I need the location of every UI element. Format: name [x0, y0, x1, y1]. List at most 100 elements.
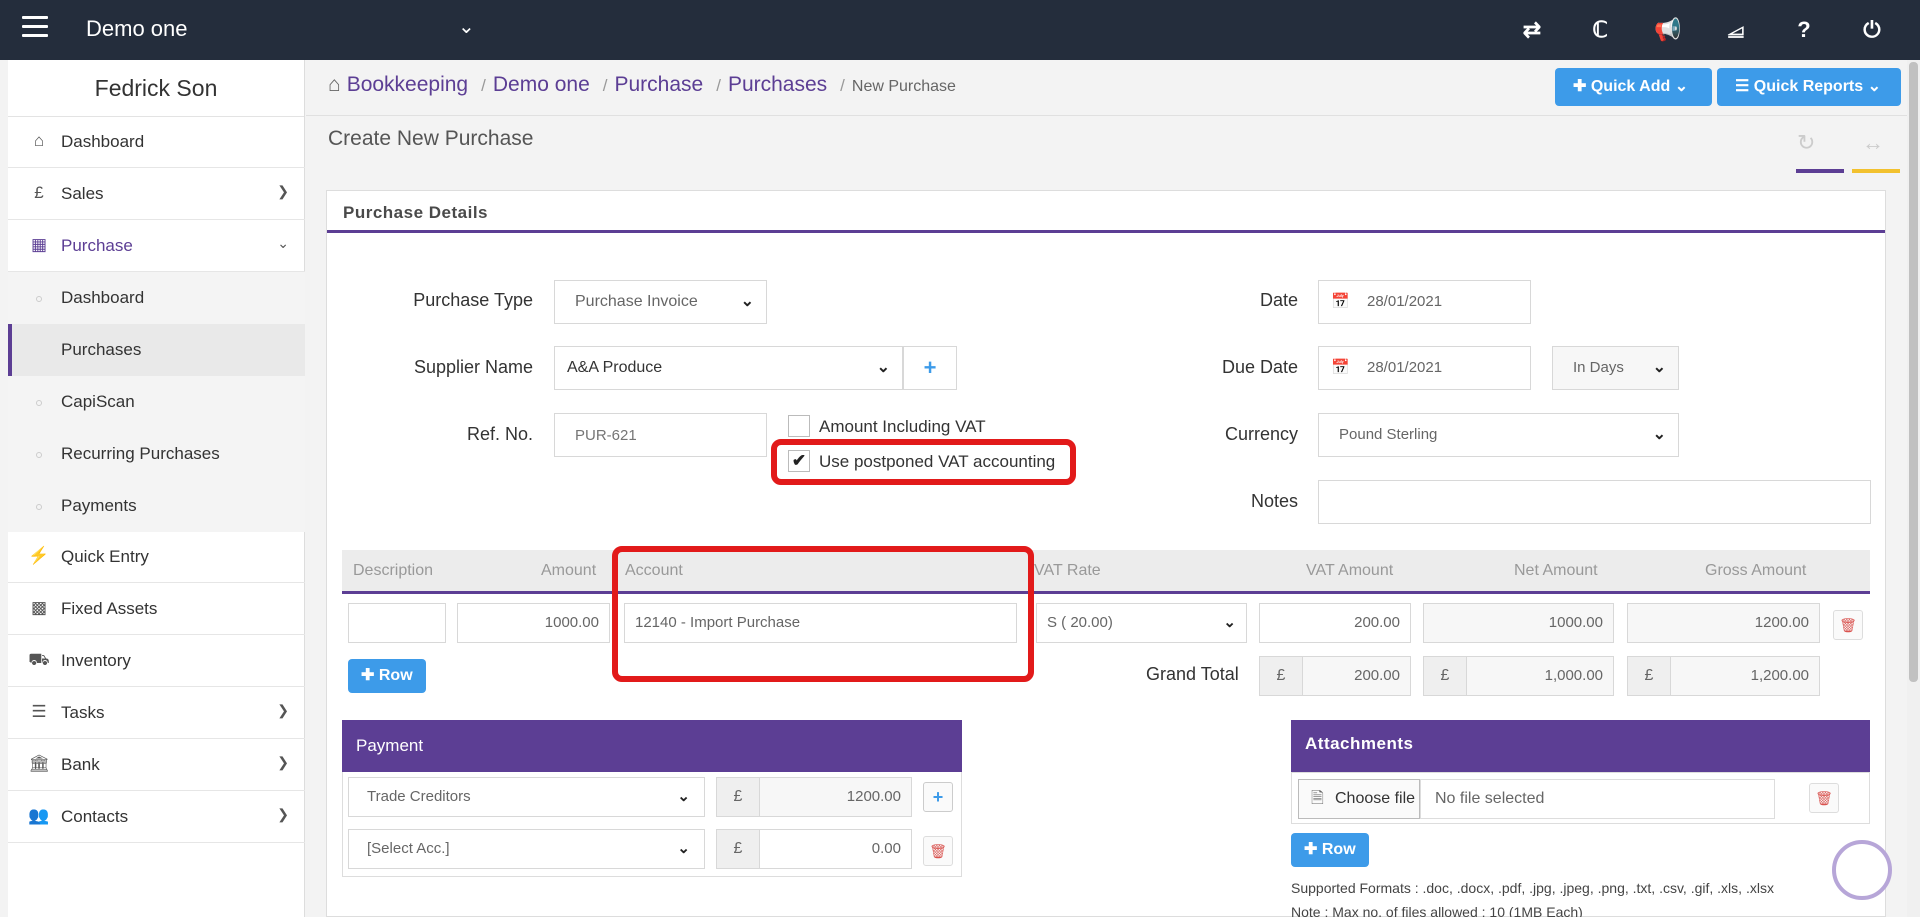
sidebar-item-tasks[interactable]: ☰ Tasks ❯ [8, 688, 305, 739]
sidebar-item-quick-entry[interactable]: ⚡ Quick Entry [8, 532, 305, 583]
capium-logo-icon[interactable]: ℂ [1584, 14, 1616, 46]
megaphone-icon[interactable]: 📢 [1652, 14, 1684, 46]
sidebar-subitem-payments[interactable]: Payments [8, 480, 305, 532]
chevron-down-icon: ⌄ [677, 840, 690, 857]
add-payment-plus-icon[interactable]: + [923, 782, 953, 812]
date-label: Date [1259, 290, 1298, 310]
due-unit-value: In Days [1573, 359, 1624, 376]
ref-no-input[interactable] [554, 413, 767, 457]
sidebar: Fedrick Son ⌂ Dashboard £ Sales ❯ ▦ Purchase… [8, 60, 305, 917]
attachment-note-text: Note : Max no. of files allowed : 10 (1M… [1291, 904, 1583, 917]
payment-amount-input[interactable]: 0.00 [759, 829, 912, 869]
sidebar-item-label: Payments [61, 496, 137, 515]
sidebar-item-label: Inventory [61, 651, 131, 670]
total-vat-cell: 200.00 [1302, 656, 1411, 696]
due-date-value: 28/01/2021 [1367, 359, 1443, 376]
payment-amount-input[interactable]: 1200.00 [759, 777, 912, 817]
top-navbar: Demo one ⌄ ⇄ ℂ 📢 ⧡ ? ⏻ [0, 0, 1920, 60]
delete-payment-trash-icon[interactable]: 🗑 [923, 836, 953, 866]
help-icon[interactable]: ? [1788, 14, 1820, 46]
purchase-type-select[interactable]: Purchase Invoice ⌄ [554, 280, 767, 324]
currency-addon: £ [1259, 656, 1303, 696]
total-gross-cell: 1,200.00 [1670, 656, 1820, 696]
vat-rate-select[interactable]: S ( 20.00) ⌄ [1036, 603, 1247, 643]
payment-account-value: Trade Creditors [367, 788, 471, 805]
payment-account-select[interactable]: Trade Creditors ⌄ [348, 777, 705, 817]
sidebar-item-label: Contacts [61, 807, 129, 826]
notes-input[interactable] [1318, 480, 1871, 524]
sidebar-subitem-recurring[interactable]: Recurring Purchases [8, 428, 305, 480]
sidebar-item-label: Sales [61, 184, 104, 203]
sidebar-item-label: Dashboard [61, 132, 145, 151]
add-row-button[interactable]: ✚ Row [348, 659, 426, 693]
sidebar-subitem-purchases[interactable]: Purchases [8, 324, 305, 376]
supplier-name-label: Supplier Name [413, 357, 533, 377]
hamburger-menu-icon[interactable] [22, 16, 48, 44]
currency-select[interactable]: Pound Sterling ⌄ [1318, 413, 1679, 457]
panel-title: Purchase Details [327, 191, 1885, 233]
breadcrumb-separator: / [602, 76, 608, 95]
add-supplier-button[interactable]: + [903, 346, 957, 390]
quick-reports-button[interactable]: ☰ Quick Reports ⌄ [1717, 68, 1901, 106]
supplier-value: A&A Produce [567, 359, 663, 376]
sidebar-subitem-dashboard[interactable]: Dashboard [8, 272, 305, 324]
breadcrumb-separator: / [716, 76, 721, 95]
choose-file-button[interactable]: 🗎 Choose file [1298, 779, 1420, 819]
breadcrumb-bookkeeping[interactable]: Bookkeeping [347, 73, 468, 96]
chevron-down-icon: ⌄ [1652, 426, 1666, 443]
vat-amount-input[interactable]: 200.00 [1259, 603, 1411, 643]
sidebar-item-label: Dashboard [61, 288, 145, 307]
breadcrumb-company[interactable]: Demo one [493, 73, 590, 96]
chevron-down-icon: ⌄ [277, 235, 289, 251]
due-date-label: Due Date [1221, 357, 1298, 377]
delete-attachment-trash-icon[interactable]: 🗑 [1809, 783, 1839, 813]
switch-arrows-icon[interactable]: ⇄ [1516, 14, 1548, 46]
delete-row-trash-icon[interactable]: 🗑 [1833, 610, 1863, 640]
col-description: Description [353, 562, 434, 579]
sidebar-item-fixed-assets[interactable]: ▩ Fixed Assets [8, 584, 305, 635]
currency-label: Currency [1224, 424, 1298, 444]
pound-icon: £ [34, 183, 44, 202]
vat-rate-value: S ( 20.00) [1047, 614, 1113, 631]
due-unit-select[interactable]: In Days ⌄ [1552, 346, 1679, 390]
add-attachment-row-button[interactable]: ✚ Row [1291, 833, 1369, 867]
scrollbar-thumb[interactable] [1909, 62, 1918, 682]
bullet-icon [36, 504, 42, 510]
power-icon[interactable]: ⏻ [1856, 14, 1888, 46]
sidebar-item-dashboard[interactable]: ⌂ Dashboard [8, 117, 305, 168]
due-date-input[interactable]: 📅 28/01/2021 [1318, 346, 1531, 390]
gross-amount-cell: 1200.00 [1627, 603, 1820, 643]
date-input[interactable]: 📅 28/01/2021 [1318, 280, 1531, 324]
sidebar-subitem-capiscan[interactable]: CapiScan [8, 376, 305, 428]
home-icon: ⌂ [328, 73, 341, 96]
sidebar-item-inventory[interactable]: ⛟ Inventory [8, 636, 305, 687]
sidebar-item-purchase[interactable]: ▦ Purchase ⌄ [8, 221, 305, 272]
sidebar-item-bank[interactable]: 🏛 Bank ❯ [8, 740, 305, 791]
bullet-icon [36, 296, 42, 302]
sidebar-item-contacts[interactable]: 👥 Contacts ❯ [8, 792, 305, 843]
user-name: Fedrick Son [8, 60, 304, 117]
chat-widget-icon[interactable] [1832, 840, 1892, 900]
refresh-icon[interactable]: ↻ [1797, 130, 1815, 156]
quick-add-button[interactable]: ✚ Quick Add ⌄ [1555, 68, 1712, 106]
amount-including-vat-checkbox[interactable] [788, 415, 810, 437]
currency-addon: £ [716, 777, 760, 817]
company-selector[interactable]: Demo one [86, 16, 188, 42]
amount-input[interactable]: 1000.00 [457, 603, 610, 643]
breadcrumb-purchase[interactable]: Purchase [614, 73, 703, 96]
ticket-icon[interactable]: ⧡ [1720, 14, 1752, 46]
breadcrumb-purchases[interactable]: Purchases [728, 73, 827, 96]
chevron-down-icon[interactable]: ⌄ [458, 14, 475, 39]
expand-icon[interactable]: ↔ [1862, 130, 1884, 156]
supplier-select[interactable]: A&A Produce ⌄ [554, 346, 903, 390]
users-icon: 👥 [28, 806, 50, 825]
total-net-cell: 1,000.00 [1466, 656, 1614, 696]
quick-add-label: Quick Add [1590, 78, 1671, 95]
chevron-right-icon: ❯ [277, 754, 289, 770]
payment-account-select[interactable]: [Select Acc.] ⌄ [348, 829, 705, 869]
sidebar-item-sales[interactable]: £ Sales ❯ [8, 169, 305, 220]
description-input[interactable] [348, 603, 446, 643]
plus-icon: ✚ [1304, 841, 1322, 858]
ref-no-label: Ref. No. [466, 424, 533, 444]
page-title: Create New Purchase [328, 127, 534, 150]
